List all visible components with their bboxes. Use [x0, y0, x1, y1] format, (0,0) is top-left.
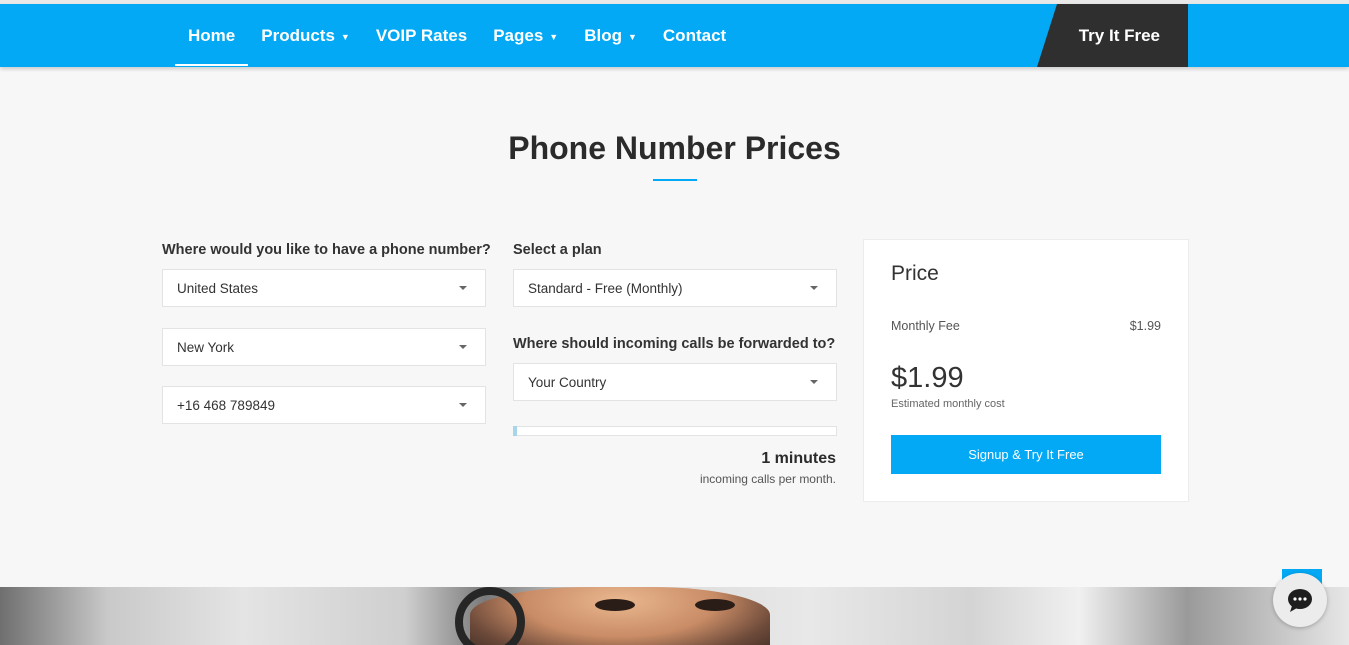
- city-select[interactable]: New York: [162, 328, 486, 366]
- signup-button[interactable]: Signup & Try It Free: [891, 435, 1161, 474]
- try-it-free-label: Try It Free: [1078, 25, 1160, 45]
- forward-country-select-value: Your Country: [528, 374, 607, 390]
- location-question-label: Where would you like to have a phone num…: [162, 242, 491, 258]
- forward-country-select[interactable]: Your Country: [513, 363, 837, 401]
- minutes-slider[interactable]: [513, 426, 837, 436]
- plan-select[interactable]: Standard - Free (Monthly): [513, 269, 837, 307]
- nav-item-contact[interactable]: Contact: [650, 4, 739, 67]
- nav-item-voip-rates[interactable]: VOIP Rates: [363, 4, 480, 67]
- forward-label: Where should incoming calls be forwarded…: [513, 336, 836, 352]
- signup-button-label: Signup & Try It Free: [968, 447, 1084, 462]
- minutes-slider-handle[interactable]: [513, 426, 517, 436]
- page-title: Phone Number Prices: [508, 130, 841, 166]
- monthly-fee-label: Monthly Fee: [891, 319, 960, 333]
- price-card: Price Monthly Fee $1.99 $1.99 Estimated …: [863, 239, 1189, 502]
- caret-down-icon: ▼: [340, 31, 350, 42]
- try-it-free-button[interactable]: Try It Free: [1037, 4, 1188, 67]
- nav-item-label: Products: [261, 25, 335, 45]
- nav-item-label: VOIP Rates: [375, 25, 468, 45]
- caret-down-icon: ▼: [627, 31, 637, 42]
- dropdown-arrow-icon: [810, 286, 818, 290]
- dropdown-arrow-icon: [459, 345, 467, 349]
- title-underline: [653, 179, 697, 181]
- main-navbar: Home Products ▼ VOIP Rates Pages ▼ Blog …: [0, 4, 1349, 67]
- nav-item-pages[interactable]: Pages ▼: [480, 4, 571, 67]
- nav-item-label: Blog: [584, 25, 622, 45]
- chat-widget-button[interactable]: [1273, 573, 1327, 627]
- dropdown-arrow-icon: [459, 286, 467, 290]
- plan-select-value: Standard - Free (Monthly): [528, 280, 683, 296]
- hero-eye: [695, 599, 735, 611]
- price-heading: Price: [891, 262, 939, 285]
- country-select-value: United States: [177, 280, 259, 296]
- caret-down-icon: ▼: [549, 31, 559, 42]
- nav-item-label: Contact: [662, 25, 727, 45]
- city-select-value: New York: [177, 339, 235, 355]
- hero-image: [0, 587, 1349, 645]
- nav-item-label: Home: [188, 25, 236, 45]
- chat-bubble-icon: [1288, 589, 1312, 612]
- minutes-value: 1 minutes: [761, 450, 836, 467]
- minutes-caption: incoming calls per month.: [699, 472, 836, 486]
- nav-item-blog[interactable]: Blog ▼: [571, 4, 650, 67]
- hero-eye: [595, 599, 635, 611]
- estimated-cost-caption: Estimated monthly cost: [891, 398, 1005, 410]
- nav-item-products[interactable]: Products ▼: [248, 4, 363, 67]
- phone-number-select-value: +16 468 789849: [177, 397, 275, 413]
- dropdown-arrow-icon: [810, 380, 818, 384]
- country-select[interactable]: United States: [162, 269, 486, 307]
- nav-menu: Home Products ▼ VOIP Rates Pages ▼ Blog …: [175, 4, 739, 67]
- plan-label: Select a plan: [513, 242, 602, 258]
- monthly-fee-value: $1.99: [1129, 319, 1161, 333]
- nav-item-home[interactable]: Home: [175, 4, 249, 67]
- nav-item-label: Pages: [493, 25, 544, 45]
- phone-number-select[interactable]: +16 468 789849: [162, 386, 486, 424]
- total-price: $1.99: [891, 362, 964, 394]
- dropdown-arrow-icon: [459, 403, 467, 407]
